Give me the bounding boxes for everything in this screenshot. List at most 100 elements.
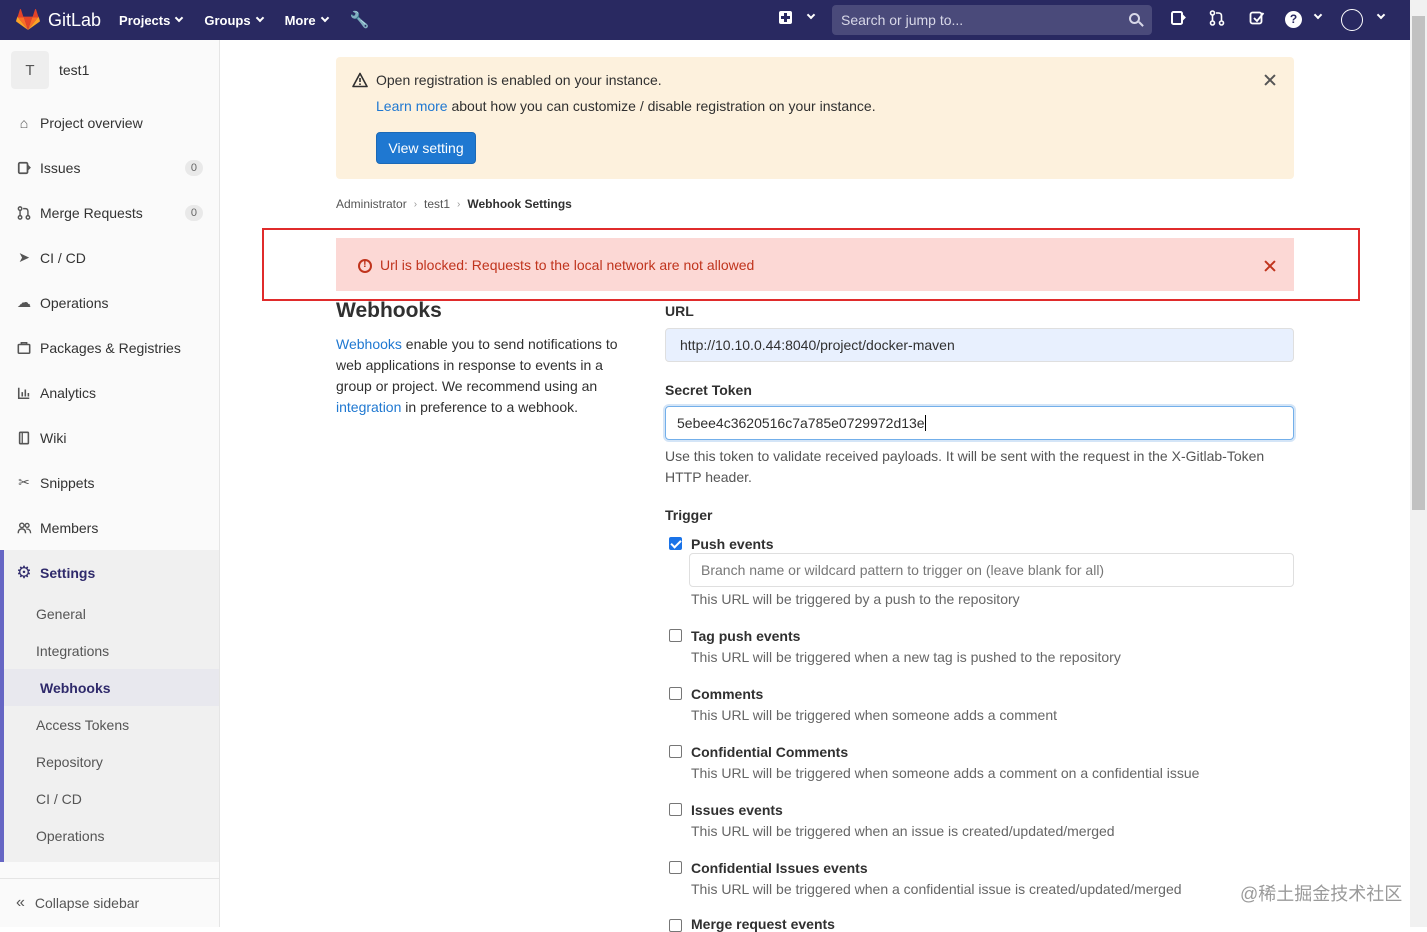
breadcrumb-item[interactable]: test1 [424, 197, 450, 211]
sidebar-sub-general[interactable]: General [0, 595, 215, 632]
issues-events-label[interactable]: Issues events [691, 802, 783, 818]
sidebar-item-label: CI / CD [40, 249, 86, 266]
scrollbar-thumb[interactable] [1412, 16, 1425, 510]
sidebar-item-members[interactable]: Members [0, 505, 219, 550]
breadcrumb-item[interactable]: Administrator [336, 197, 407, 211]
confidential-comments-label[interactable]: Confidential Comments [691, 744, 848, 760]
sidebar-item-label: Settings [40, 564, 96, 581]
tag-push-events-label[interactable]: Tag push events [691, 628, 800, 644]
sidebar-item-merge-requests[interactable]: Merge Requests 0 [0, 190, 219, 235]
close-icon[interactable] [1264, 74, 1276, 86]
view-setting-button[interactable]: View setting [376, 132, 476, 164]
sidebar-item-wiki[interactable]: Wiki [0, 415, 219, 460]
webhooks-doc-link[interactable]: Webhooks [336, 336, 402, 352]
sidebar-item-snippets[interactable]: ✂ Snippets [0, 460, 219, 505]
confidential-comments-help: This URL will be triggered when someone … [691, 765, 1200, 781]
search-input[interactable]: Search or jump to... [832, 5, 1152, 35]
push-events-label[interactable]: Push events [691, 536, 773, 552]
admin-wrench-icon[interactable]: 🔧 [350, 10, 370, 30]
sidebar-item-settings[interactable]: ⚙ Settings [0, 550, 219, 595]
book-icon [16, 430, 32, 446]
learn-more-link[interactable]: Learn more [376, 98, 448, 114]
chevron-right-icon: › [413, 198, 418, 210]
sidebar-sub-integrations[interactable]: Integrations [0, 632, 215, 669]
url-blocked-error-alert: Url is blocked: Requests to the local ne… [336, 238, 1294, 291]
url-label: URL [665, 303, 694, 319]
nav-groups[interactable]: Groups [204, 10, 264, 30]
merge-request-events-checkbox[interactable] [669, 919, 682, 932]
token-help-text: Use this token to validate received payl… [665, 448, 1265, 485]
sidebar-sub-ci-cd[interactable]: CI / CD [0, 780, 215, 817]
sidebar-item-ci-cd[interactable]: ➤ CI / CD [0, 235, 219, 280]
chevron-down-icon[interactable] [1376, 10, 1386, 20]
alert-body-text: about how you can customize / disable re… [447, 98, 876, 114]
sidebar-item-project-overview[interactable]: ⌂ Project overview [0, 100, 219, 145]
comments-label[interactable]: Comments [691, 686, 763, 702]
tag-push-events-help: This URL will be triggered when a new ta… [691, 649, 1121, 665]
sidebar-sub-operations[interactable]: Operations [0, 817, 215, 854]
confidential-issues-events-label[interactable]: Confidential Issues events [691, 860, 868, 876]
search-icon [1129, 13, 1140, 24]
nav-projects-label: Projects [119, 12, 171, 28]
issues-icon[interactable] [1170, 10, 1186, 32]
comments-checkbox[interactable] [669, 687, 682, 700]
secret-token-label: Secret Token [665, 382, 752, 398]
integration-link[interactable]: integration [336, 399, 401, 415]
confidential-issues-events-checkbox[interactable] [669, 861, 682, 874]
url-input[interactable]: http://10.10.0.44:8040/project/docker-ma… [665, 328, 1294, 362]
push-events-help: This URL will be triggered by a push to … [691, 591, 1020, 607]
page-title: Webhooks [336, 299, 442, 322]
project-avatar: T [11, 51, 49, 89]
watermark: @稀土掘金技术社区 [1240, 884, 1403, 904]
desc-text: in preference to a webhook. [401, 399, 579, 415]
merge-request-events-label[interactable]: Merge request events [691, 916, 835, 932]
scissors-icon: ✂ [18, 474, 30, 490]
chevron-down-icon [320, 13, 329, 23]
trigger-label: Trigger [665, 507, 713, 523]
sidebar-item-operations[interactable]: ☁ Operations [0, 280, 219, 325]
collapse-sidebar-label: Collapse sidebar [34, 895, 140, 911]
sidebar-item-analytics[interactable]: Analytics [0, 370, 219, 415]
confidential-comments-checkbox[interactable] [669, 745, 682, 758]
issues-events-checkbox[interactable] [669, 803, 682, 816]
close-icon[interactable] [1264, 260, 1276, 272]
todo-icon[interactable] [1249, 10, 1265, 32]
sidebar-item-label: Issues [40, 159, 81, 176]
sidebar-item-label: Project overview [40, 114, 143, 131]
error-icon [358, 258, 372, 273]
nav-more[interactable]: More [285, 10, 329, 30]
issues-events-help: This URL will be triggered when an issue… [691, 823, 1115, 839]
branch-filter-input[interactable]: Branch name or wildcard pattern to trigg… [689, 553, 1294, 587]
tag-push-events-checkbox[interactable] [669, 629, 682, 642]
push-events-checkbox[interactable] [669, 537, 682, 550]
merge-request-icon [16, 205, 32, 221]
secret-token-input[interactable]: 5ebee4c3620516c7a785e0729972d13e [665, 406, 1294, 440]
chevron-down-icon[interactable] [1313, 10, 1323, 20]
nav-projects[interactable]: Projects [119, 10, 184, 30]
nav-groups-label: Groups [204, 12, 251, 28]
new-item-plus-icon[interactable] [779, 11, 792, 24]
merge-request-icon[interactable] [1209, 10, 1225, 32]
collapse-sidebar-button[interactable]: « Collapse sidebar [0, 878, 219, 927]
text-cursor [924, 415, 926, 431]
secret-token-value: 5ebee4c3620516c7a785e0729972d13e [677, 415, 925, 431]
sidebar-item-packages[interactable]: Packages & Registries [0, 325, 219, 370]
breadcrumb-current[interactable]: Webhook Settings [467, 197, 571, 211]
sidebar-sub-repository[interactable]: Repository [0, 743, 215, 780]
sidebar-item-issues[interactable]: Issues 0 [0, 145, 219, 190]
sidebar-item-label: Snippets [40, 474, 95, 491]
issues-count-badge: 0 [184, 159, 203, 176]
chevron-down-icon [175, 13, 184, 23]
help-icon[interactable]: ? [1285, 11, 1302, 28]
gitlab-logo[interactable]: GitLab [16, 9, 101, 31]
project-header[interactable]: T test1 [0, 40, 219, 100]
comments-help: This URL will be triggered when someone … [691, 707, 1057, 723]
user-avatar[interactable] [1341, 9, 1363, 31]
chevron-down-icon[interactable] [806, 10, 816, 20]
project-name: test1 [59, 62, 90, 78]
sidebar-item-label: Wiki [40, 429, 67, 446]
cloud-gear-icon: ☁ [17, 294, 31, 310]
alert-title: Open registration is enabled on your ins… [376, 72, 662, 88]
sidebar-sub-webhooks[interactable]: Webhooks [4, 669, 219, 706]
sidebar-sub-access-tokens[interactable]: Access Tokens [0, 706, 215, 743]
